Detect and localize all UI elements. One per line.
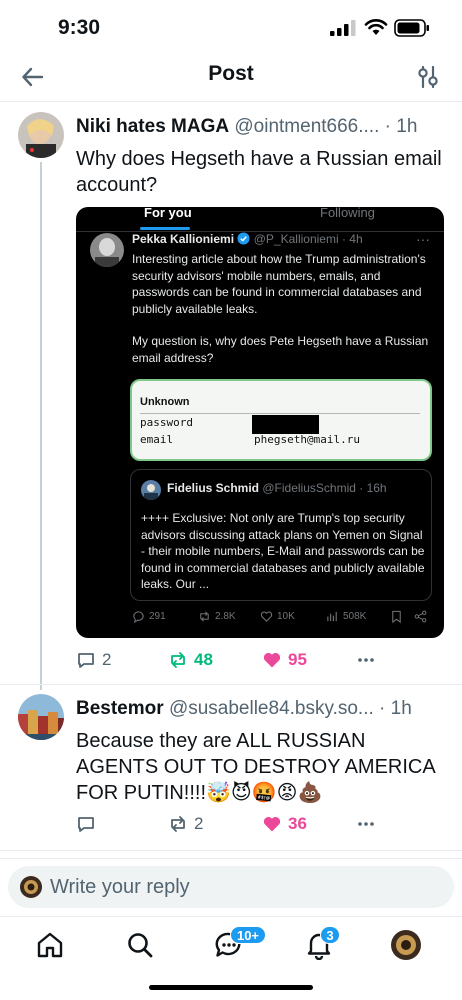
- card-label-email: email: [140, 433, 174, 446]
- more-icon: [358, 658, 374, 662]
- user-handle[interactable]: @ointment666....: [234, 116, 379, 137]
- display-name[interactable]: Niki hates MAGA: [76, 116, 229, 137]
- repost-icon: [171, 652, 185, 668]
- search-icon[interactable]: [125, 930, 155, 960]
- reply-icon: [78, 653, 94, 668]
- reply-button[interactable]: 2: [76, 650, 111, 670]
- repost-button[interactable]: 2: [168, 814, 203, 834]
- display-name[interactable]: Bestemor: [76, 698, 164, 719]
- divider: [0, 858, 462, 859]
- embed-tabs: For you Following: [76, 207, 444, 231]
- reply-input[interactable]: [50, 872, 440, 902]
- repost-count: 48: [194, 650, 213, 669]
- bottom-tab-bar: 10+ 3: [0, 918, 462, 974]
- avatar[interactable]: [18, 694, 64, 740]
- filter-icon[interactable]: [416, 64, 440, 90]
- more-button[interactable]: [356, 814, 376, 834]
- embed-tab-following: Following: [320, 207, 375, 220]
- embed-tab-indicator: [140, 227, 190, 230]
- reply-count: 2: [102, 650, 112, 669]
- divider: [0, 850, 462, 851]
- heart-icon: [263, 817, 281, 832]
- notifications-badge: 3: [320, 926, 340, 944]
- home-indicator: [149, 985, 313, 990]
- post-meta: Niki hates MAGA @ointment666.... · 1h: [76, 116, 418, 137]
- thread-line: [40, 162, 42, 690]
- profile-avatar[interactable]: [391, 930, 421, 960]
- quote-author-name: Fidelius Schmid: [167, 481, 260, 495]
- card-title: Unknown: [140, 396, 190, 408]
- avatar: [20, 876, 42, 898]
- share-icon: [414, 610, 427, 623]
- like-count: 36: [288, 814, 307, 833]
- like-count: 95: [288, 650, 307, 669]
- bookmark-icon: [392, 610, 401, 623]
- like-button[interactable]: 36: [262, 814, 307, 834]
- quote-author-handle: @FideliusSchmid · 16h: [262, 481, 387, 495]
- embed-text: Interesting article about how the Trump …: [132, 252, 429, 365]
- reply-icon: [133, 611, 144, 623]
- leak-card: Unknown password email phegseth@mail.ru: [130, 379, 432, 461]
- cellular-signal-icon: [330, 20, 356, 36]
- post-actions: 2 48 95: [76, 650, 444, 676]
- reply-composer[interactable]: [8, 866, 454, 908]
- verified-badge-icon: [237, 232, 250, 245]
- battery-icon: [394, 19, 429, 37]
- embed-author-name: Pekka Kallioniemi: [132, 232, 235, 246]
- chat-badge: 10+: [230, 926, 266, 944]
- more-icon: [358, 822, 374, 826]
- divider: [0, 916, 462, 917]
- card-email-value: phegseth@mail.ru: [254, 433, 360, 446]
- embedded-screenshot[interactable]: For you Following Pekka Kallioniemi @P_K…: [76, 207, 444, 638]
- avatar[interactable]: [18, 112, 64, 158]
- quote-text: ++++ Exclusive: Not only are Trump's top…: [141, 511, 425, 591]
- card-label-password: password: [140, 416, 193, 429]
- post-text: Because they are ALL RUSSIAN AGENTS OUT …: [76, 730, 435, 804]
- post-text: Why does Hegseth have a Russian email ac…: [76, 148, 442, 196]
- reply-button[interactable]: [76, 814, 102, 834]
- heart-icon: [260, 611, 273, 622]
- reply-icon: [78, 817, 94, 832]
- post-time: 1h: [390, 698, 412, 719]
- heart-icon: [263, 653, 281, 668]
- views-icon: [327, 611, 337, 622]
- divider: [0, 684, 462, 685]
- embed-meta: Pekka Kallioniemi @P_Kallioniemi · 4h: [132, 232, 363, 246]
- embed-tab-for-you: For you: [144, 207, 192, 220]
- more-button[interactable]: [356, 650, 376, 670]
- post-meta: Bestemor @susabelle84.bsky.so... · 1h: [76, 698, 412, 719]
- repost-button[interactable]: 48: [168, 650, 213, 670]
- embed-stats: 291 2.8K 10K 508K: [132, 610, 432, 630]
- post-actions: 2 36: [76, 814, 444, 840]
- post-time: 1h: [396, 116, 418, 137]
- embed-avatar: [90, 233, 124, 267]
- top-nav-bar: Post: [0, 56, 462, 102]
- repost-icon: [171, 816, 185, 832]
- repost-icon: [200, 611, 209, 622]
- status-time: 9:30: [58, 16, 101, 39]
- repost-count: 2: [194, 814, 204, 833]
- redaction-box: [252, 415, 319, 434]
- wifi-icon: [364, 19, 388, 35]
- more-icon: ···: [416, 231, 430, 247]
- quote-meta: Fidelius Schmid @FideliusSchmid · 16h: [167, 481, 387, 495]
- status-bar: 9:30: [0, 0, 462, 56]
- like-button[interactable]: 95: [262, 650, 307, 670]
- user-handle[interactable]: @susabelle84.bsky.so...: [169, 698, 374, 719]
- page-title: Post: [208, 62, 254, 85]
- embed-author-handle: @P_Kallioniemi · 4h: [253, 232, 363, 246]
- quote-avatar: [141, 480, 161, 500]
- home-icon[interactable]: [35, 930, 65, 960]
- quoted-post: Fidelius Schmid @FideliusSchmid · 16h ++…: [130, 469, 432, 601]
